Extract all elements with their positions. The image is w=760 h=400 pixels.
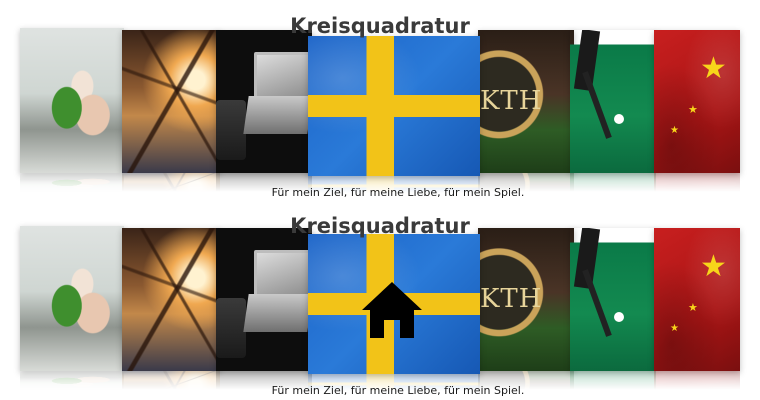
cover-kth-logo[interactable]: KTH [478,228,574,371]
cover-sailing-ship[interactable] [122,228,220,371]
cover-field-hockey[interactable] [570,30,656,173]
cover-kth-logo[interactable]: KTH [478,30,574,173]
cover-chinese-flag[interactable]: ★ ★ ★ [654,228,740,371]
star-icon: ★ [700,249,727,284]
star-icon: ★ [688,301,698,314]
home-icon[interactable] [360,280,424,340]
coverflow-caption: Für mein Ziel, für meine Liebe, für mein… [271,186,525,199]
coverflow-title: Kreisquadratur [290,214,470,238]
cover-sailing-ship[interactable] [122,30,220,173]
star-icon: ★ [700,51,727,86]
coverflow-top[interactable]: Kreisquadratur KTH ★ ★ ★ Für mein Ziel, … [0,0,760,200]
cover-spring-rolls[interactable] [20,28,124,173]
cover-swedish-flag-selected[interactable] [308,36,480,176]
cover-laptop[interactable] [216,30,312,173]
cover-spring-rolls[interactable] [20,226,124,371]
coverflow-bottom[interactable]: Kreisquadratur KTH ★ ★ ★ Für mein Ziel, … [0,198,760,398]
star-icon: ★ [688,103,698,116]
cover-laptop[interactable] [216,228,312,371]
star-icon: ★ [670,323,679,334]
coverflow-caption: Für mein Ziel, für meine Liebe, für mein… [271,384,525,397]
cover-field-hockey[interactable] [570,228,656,371]
cover-chinese-flag[interactable]: ★ ★ ★ [654,30,740,173]
star-icon: ★ [670,125,679,136]
coverflow-title: Kreisquadratur [290,14,470,38]
